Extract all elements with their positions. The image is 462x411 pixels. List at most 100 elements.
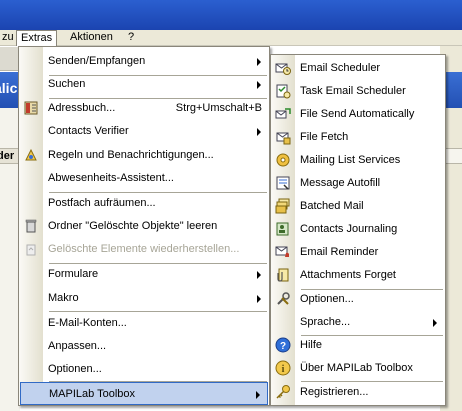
email-scheduler-icon	[275, 60, 291, 76]
menu-extras[interactable]: Extras	[16, 30, 58, 46]
menu-item-label: Optionen...	[48, 363, 102, 375]
toolbox-item-file-send[interactable]: File Send Automatically	[272, 103, 444, 126]
menu-item-label: Suchen	[48, 78, 86, 90]
toolbox-item-ueber[interactable]: i Über MAPILab Toolbox	[272, 357, 444, 380]
column-header-text: der	[0, 150, 15, 162]
menu-bar: zu Extras Aktionen ?	[0, 30, 462, 46]
menu-item-label: Sprache...	[300, 316, 351, 328]
submenu-arrow-icon	[256, 391, 260, 399]
menu-aktionen[interactable]: Aktionen	[66, 30, 117, 46]
menu-item-optionen[interactable]: Optionen...	[20, 358, 268, 381]
menu-item-label: Adressbuch...	[48, 102, 116, 114]
menu-item-label: Postfach aufräumen...	[48, 197, 156, 209]
menu-item-wiederherstellen: Gelöschte Elemente wiederherstellen...	[20, 238, 268, 261]
email-reminder-icon	[275, 244, 291, 260]
menu-item-label: Optionen...	[300, 293, 354, 305]
help-icon: ?	[275, 337, 291, 353]
folder-banner-text: alic	[0, 80, 18, 96]
toolbox-item-contacts-journaling[interactable]: Contacts Journaling	[272, 218, 444, 241]
toolbox-item-optionen[interactable]: Optionen...	[272, 288, 444, 311]
menu-item-label: Email Reminder	[300, 246, 379, 258]
trash-icon	[23, 218, 39, 234]
toolbar-strip	[0, 47, 20, 71]
toolbox-item-registrieren[interactable]: Registrieren...	[272, 381, 444, 404]
recover-icon	[23, 241, 39, 257]
menu-item-makro[interactable]: Makro	[20, 287, 268, 310]
menu-item-label: File Send Automatically	[300, 108, 415, 120]
key-icon	[275, 384, 291, 400]
submenu-arrow-icon	[257, 128, 261, 136]
menu-item-label: Batched Mail	[300, 200, 364, 212]
svg-text:i: i	[282, 364, 285, 375]
toolbox-item-message-autofill[interactable]: Message Autofill	[272, 172, 444, 195]
menu-item-formulare[interactable]: Formulare	[20, 263, 268, 286]
menu-item-postfach[interactable]: Postfach aufräumen...	[20, 192, 268, 215]
svg-text:?: ?	[280, 341, 286, 352]
menu-item-mapilab-toolbox[interactable]: MAPILab Toolbox	[20, 382, 268, 405]
menu-item-contacts-verifier[interactable]: Contacts Verifier	[20, 120, 268, 143]
menu-item-label: Registrieren...	[300, 386, 369, 398]
menu-item-label: E-Mail-Konten...	[48, 317, 127, 329]
menu-item-label: Makro	[48, 292, 79, 304]
attachments-forget-icon	[275, 267, 291, 283]
menu-item-label: File Fetch	[300, 131, 349, 143]
batched-mail-icon	[275, 198, 291, 214]
menu-item-regeln[interactable]: Regeln und Benachrichtigungen...	[20, 144, 268, 167]
menu-item-label: Ordner "Gelöschte Objekte" leeren	[48, 220, 218, 232]
rules-icon	[23, 147, 39, 163]
menu-item-label: MAPILab Toolbox	[49, 388, 136, 400]
task-email-scheduler-icon	[275, 83, 291, 99]
menu-item-label: Formulare	[48, 268, 99, 280]
submenu-arrow-icon	[257, 271, 261, 279]
address-book-icon	[23, 100, 39, 116]
submenu-arrow-icon	[257, 295, 261, 303]
menu-item-email-konten[interactable]: E-Mail-Konten...	[20, 312, 268, 335]
menu-item-label: Message Autofill	[300, 177, 381, 189]
menu-item-shortcut: Strg+Umschalt+B	[175, 102, 262, 114]
menu-item-label: Contacts Verifier	[48, 125, 129, 137]
menu-item-senden-empfangen[interactable]: Senden/Empfangen	[20, 50, 268, 73]
menu-item-suchen[interactable]: Suchen	[20, 73, 268, 96]
tools-icon	[275, 291, 291, 307]
menu-item-label: Attachments Forget	[300, 269, 396, 281]
submenu-arrow-icon	[257, 58, 261, 66]
menu-item-label: Hilfe	[300, 339, 323, 351]
column-header: der	[0, 148, 20, 164]
message-autofill-icon	[275, 175, 291, 191]
menu-item-ordner-leeren[interactable]: Ordner "Gelöschte Objekte" leeren	[20, 215, 268, 238]
toolbox-submenu: Email Scheduler Task Email Scheduler Fil…	[270, 54, 446, 406]
toolbox-item-file-fetch[interactable]: File Fetch	[272, 126, 444, 149]
menu-item-abwesenheit[interactable]: Abwesenheits-Assistent...	[20, 167, 268, 190]
toolbox-item-task-email-scheduler[interactable]: Task Email Scheduler	[272, 80, 444, 103]
file-send-icon	[275, 106, 291, 122]
folder-banner: alic	[0, 72, 20, 108]
toolbox-item-email-scheduler[interactable]: Email Scheduler	[272, 57, 444, 80]
submenu-arrow-icon	[257, 81, 261, 89]
menu-item-label: Mailing List Services	[300, 154, 401, 166]
toolbox-item-mailing-list[interactable]: Mailing List Services	[272, 149, 444, 172]
menu-item-label: Task Email Scheduler	[300, 85, 406, 97]
submenu-arrow-icon	[433, 319, 437, 327]
toolbox-item-hilfe[interactable]: ? Hilfe	[272, 334, 444, 357]
toolbox-item-batched-mail[interactable]: Batched Mail	[272, 195, 444, 218]
menu-item-label: Regeln und Benachrichtigungen...	[48, 149, 214, 161]
menu-item-label: Abwesenheits-Assistent...	[48, 172, 174, 184]
extras-menu: Senden/Empfangen Suchen Adressbuch... St…	[18, 46, 270, 406]
menu-item-label: Gelöschte Elemente wiederherstellen...	[48, 243, 240, 255]
file-fetch-icon	[275, 129, 291, 145]
toolbox-item-sprache[interactable]: Sprache...	[272, 311, 444, 334]
menu-datei-partial[interactable]: zu	[0, 30, 18, 46]
info-icon: i	[275, 360, 291, 376]
menu-item-anpassen[interactable]: Anpassen...	[20, 335, 268, 358]
toolbox-item-email-reminder[interactable]: Email Reminder	[272, 241, 444, 264]
menu-item-label: Contacts Journaling	[300, 223, 398, 235]
menu-item-adressbuch[interactable]: Adressbuch... Strg+Umschalt+B	[20, 97, 268, 120]
contacts-journaling-icon	[275, 221, 291, 237]
menu-item-label: Senden/Empfangen	[48, 55, 146, 67]
menu-item-label: Über MAPILab Toolbox	[300, 362, 413, 374]
toolbox-item-attachments-forget[interactable]: Attachments Forget	[272, 264, 444, 287]
window-title-bar	[0, 0, 462, 30]
mailing-list-icon	[275, 152, 291, 168]
menu-item-label: Email Scheduler	[300, 62, 381, 74]
menu-help[interactable]: ?	[124, 30, 138, 46]
